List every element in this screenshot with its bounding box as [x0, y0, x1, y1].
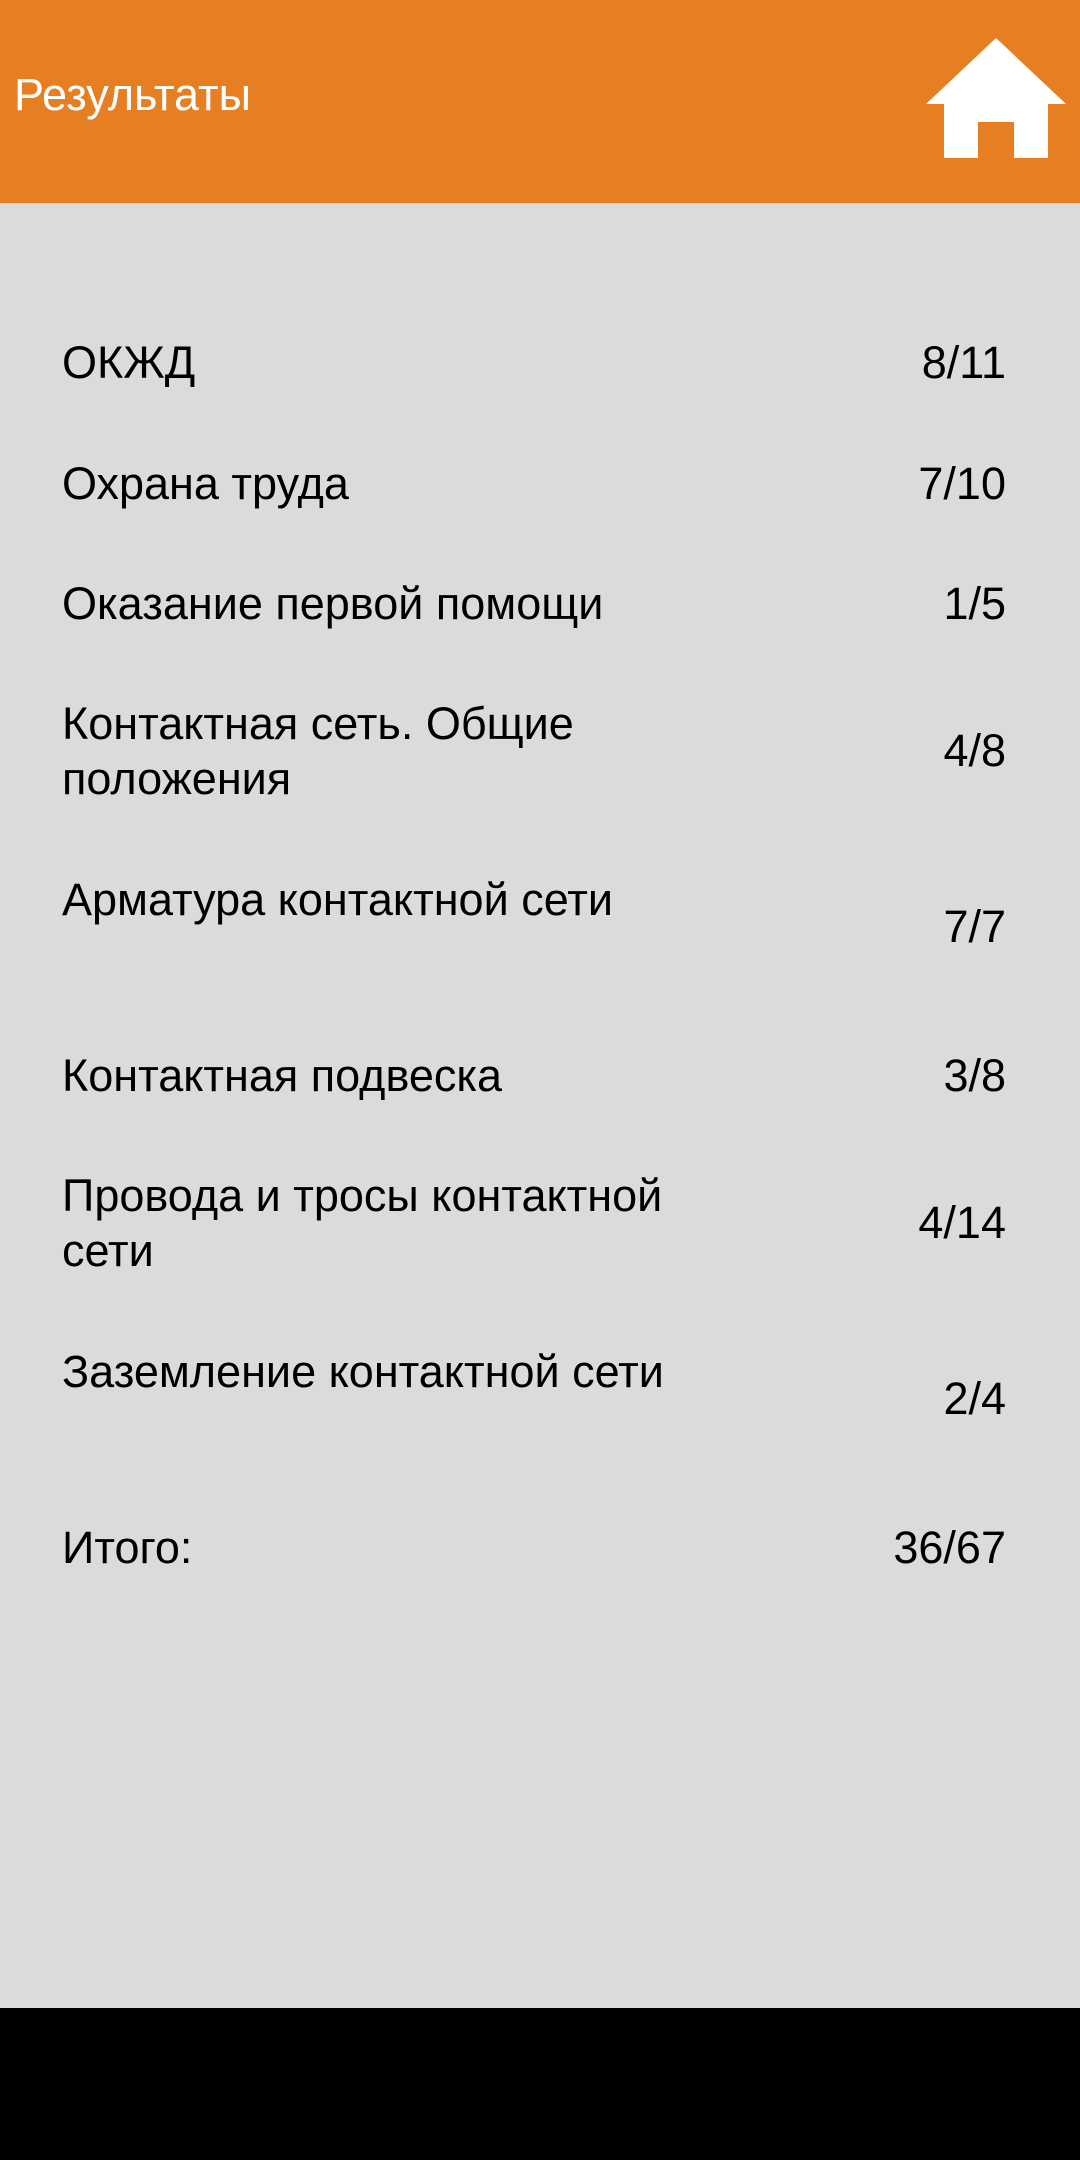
result-score: 7/7: [943, 901, 1006, 952]
total-score: 36/67: [893, 1522, 1006, 1573]
result-row: ОКЖД 8/11: [62, 335, 1006, 390]
result-score: 3/8: [943, 1050, 1006, 1101]
total-label: Итого:: [62, 1522, 193, 1573]
result-label: Охрана труда: [62, 458, 349, 509]
result-score: 7/10: [918, 458, 1006, 509]
result-label: Контактная подвеска: [62, 1050, 503, 1101]
result-row: Контактная подвеска 3/8: [62, 1048, 1006, 1103]
result-label: ОКЖД: [62, 337, 196, 388]
result-row: Оказание первой помощи 1/5: [62, 576, 1006, 631]
page-title: Результаты: [14, 69, 251, 120]
result-label: Арматура контактной сети: [62, 874, 613, 925]
result-score: 4/14: [918, 1197, 1006, 1248]
system-navigation-bar: [0, 2008, 1080, 2160]
result-score: 2/4: [943, 1373, 1006, 1424]
result-score: 4/8: [943, 725, 1006, 776]
result-label: Оказание первой помощи: [62, 578, 604, 629]
result-row: Заземление контактной сети 2/4: [62, 1344, 1006, 1454]
results-list: ОКЖД 8/11 Охрана труда 7/10 Оказание пер…: [0, 203, 1080, 2008]
result-row: Охрана труда 7/10: [62, 456, 1006, 511]
app-bar: Результаты: [0, 0, 1080, 203]
result-row: Арматура контактной сети 7/7: [62, 872, 1006, 982]
result-row: Провода и тросы контактной сети 4/14: [62, 1168, 1006, 1278]
result-label: Провода и тросы контактной сети: [62, 1170, 663, 1276]
total-row: Итого: 36/67: [62, 1520, 1006, 1575]
result-label: Контактная сеть. Общие положения: [62, 698, 574, 804]
result-score: 1/5: [943, 578, 1006, 629]
result-row: Контактная сеть. Общие положения 4/8: [62, 696, 1006, 806]
home-button[interactable]: [924, 36, 1068, 160]
home-icon: [926, 38, 1066, 158]
result-score: 8/11: [921, 337, 1006, 388]
result-label: Заземление контактной сети: [62, 1346, 664, 1397]
